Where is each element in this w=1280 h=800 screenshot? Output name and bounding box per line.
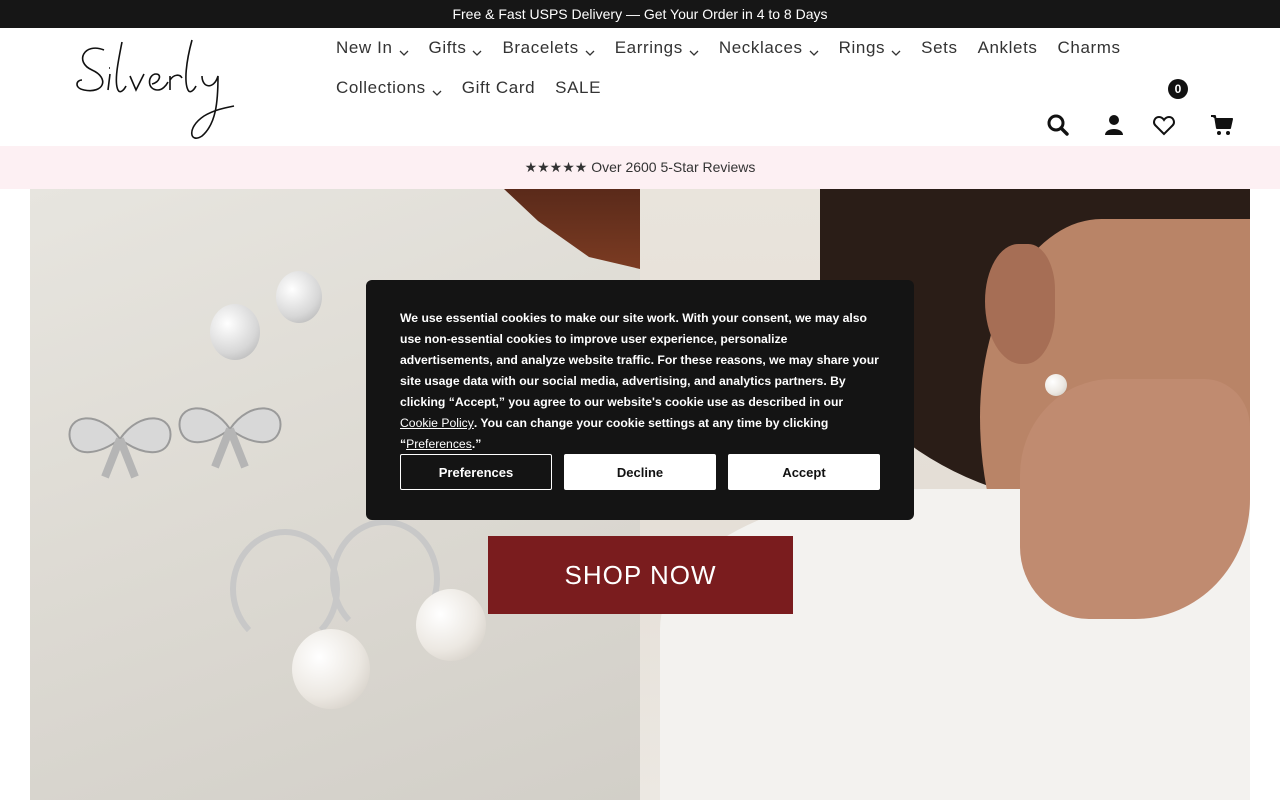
nav-item-bracelets[interactable]: Bracelets [492,38,604,58]
nav-label: Charms [1057,38,1121,57]
chevron-down-icon [472,43,482,56]
logo[interactable] [74,32,246,144]
reviews-text: ★★★★★ Over 2600 5-Star Reviews [524,159,756,175]
bow-earring-icon [178,407,282,469]
main-nav: New In Gifts Bracelets Earrings Necklace… [326,28,1146,108]
chevron-down-icon [809,43,819,56]
nav-item-gifts[interactable]: Gifts [419,38,493,58]
nav-item-new-in[interactable]: New In [326,38,419,58]
shop-now-button[interactable]: SHOP NOW [488,536,793,614]
nav-item-earrings[interactable]: Earrings [605,38,709,58]
announcement-text: Free & Fast USPS Delivery — Get Your Ord… [452,6,828,22]
pearl-drop [1045,374,1067,396]
nav-label: Gift Card [461,78,536,97]
nav-item-collections[interactable]: Collections [326,78,452,98]
nav-item-charms[interactable]: Charms [1048,38,1131,58]
pearl-drop [416,589,486,661]
preferences-link[interactable]: Preferences [406,437,472,451]
cart-icon[interactable] [1208,110,1236,140]
chevron-down-icon [689,43,699,56]
nav-item-sets[interactable]: Sets [911,38,967,58]
nav-label: Bracelets [502,38,579,57]
nav-label: Collections [336,78,426,97]
nav-label: Rings [838,38,886,57]
heart-icon[interactable] [1150,110,1178,140]
cookie-text-part: .” [471,437,482,451]
nav-item-necklaces[interactable]: Necklaces [709,38,829,58]
logo-wordmark [76,39,235,139]
stud-earring [276,271,322,323]
preferences-button[interactable]: Preferences [400,454,552,490]
chevron-down-icon [891,43,901,56]
nav-item-sale[interactable]: SALE [545,78,611,98]
cookie-message: We use essential cookies to make our sit… [400,308,880,455]
nav-label: Anklets [977,38,1038,57]
decline-button[interactable]: Decline [564,454,716,490]
nav-item-gift-card[interactable]: Gift Card [452,78,545,98]
pearl-drop [292,629,370,709]
site-header: New In Gifts Bracelets Earrings Necklace… [0,28,1280,146]
hero-model-ear [985,244,1055,364]
accept-button[interactable]: Accept [728,454,880,490]
bow-earring-icon [68,417,172,479]
user-icon[interactable] [1100,110,1128,140]
nav-label: New In [336,38,393,57]
nav-label: Gifts [428,38,467,57]
wishlist-count-badge: 0 [1168,79,1188,99]
reviews-bar: ★★★★★ Over 2600 5-Star Reviews [0,146,1280,189]
announcement-bar: Free & Fast USPS Delivery — Get Your Ord… [0,0,1280,28]
search-icon[interactable] [1044,110,1072,140]
cookie-buttons: Preferences Decline Accept [400,454,880,490]
nav-label: SALE [555,78,602,97]
header-icons [1040,110,1240,140]
hero-model-hand [1020,379,1250,619]
cookie-text-part: We use essential cookies to make our sit… [400,311,879,409]
nav-label: Sets [921,38,958,57]
nav-item-anklets[interactable]: Anklets [968,38,1048,58]
chevron-down-icon [399,43,409,56]
cookie-consent-dialog: We use essential cookies to make our sit… [366,280,914,520]
stud-earring [210,304,260,360]
hero-wood-background [504,189,640,269]
cookie-policy-link[interactable]: Cookie Policy [400,416,474,430]
chevron-down-icon [432,83,442,96]
nav-item-rings[interactable]: Rings [829,38,911,58]
nav-row-secondary: Collections Gift Card SALE [326,68,1146,108]
nav-row-primary: New In Gifts Bracelets Earrings Necklace… [326,28,1146,68]
nav-label: Necklaces [718,38,803,57]
chevron-down-icon [585,43,595,56]
nav-label: Earrings [614,38,683,57]
